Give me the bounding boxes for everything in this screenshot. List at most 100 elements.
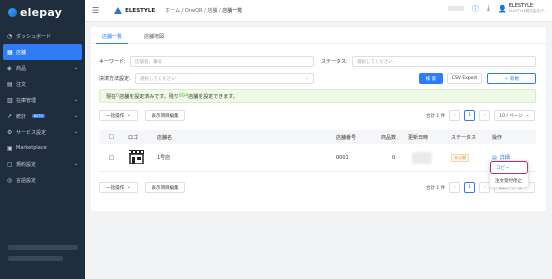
store-icon: ▦ <box>7 48 13 56</box>
notice-suffix: 店舗を設定できます。 <box>188 93 238 100</box>
marketplace-icon: ▣ <box>7 144 13 152</box>
search-button[interactable]: 検 索 <box>419 73 443 84</box>
table-header: ロゴ 店舗名 店舗番号 商品数 更新日時 ステータス 操作 <box>99 130 536 144</box>
col-actions: 操作 <box>492 134 503 141</box>
chevron-down-icon: ⌄ <box>127 113 131 118</box>
blurred-footer <box>8 256 63 261</box>
payment-select[interactable]: 選択してください ⌄ <box>135 73 314 84</box>
sidebar-item-products[interactable]: ◈ 商品 ⌄ <box>0 60 85 76</box>
elepay-logo-icon <box>8 7 17 17</box>
col-status: ステータス <box>451 134 477 141</box>
document-icon: ▢ <box>7 160 13 168</box>
sidebar-item-service-settings[interactable]: ⚙ サービス設定 ⌄ <box>0 124 85 140</box>
store-number: 0001 <box>336 154 349 161</box>
tab-store-list[interactable]: 店舗一覧 <box>96 27 129 44</box>
new-store-button[interactable]: ＋ 新規 <box>487 73 536 84</box>
sidebar-item-label: 店舗 <box>16 49 27 56</box>
inventory-icon: ▥ <box>7 96 13 104</box>
payment-label: 決済方法設定: <box>99 76 131 82</box>
brand: ELESTYLE <box>114 7 155 14</box>
store-name[interactable]: 1号店 <box>157 154 170 161</box>
chevron-down-icon: ⌄ <box>73 161 78 167</box>
bulk-action-dropdown[interactable]: 一括操作 ⌄ <box>99 110 138 121</box>
sidebar-item-orders[interactable]: ▤ 注文 <box>0 76 85 92</box>
sidebar-item-terms[interactable]: ▢ 規約設定 ⌄ <box>0 156 85 172</box>
breadcrumb-item[interactable]: 店舗 <box>207 8 217 14</box>
pagination-top: 合計 1 件 ‹ 1 › 10 / ページ ⌄ <box>426 110 535 121</box>
keyword-filter: キーワード: 店舗名、番号 <box>99 56 314 67</box>
sidebar-item-label: サービス設定 <box>16 129 47 136</box>
tab-store-map[interactable]: 店舗地図 <box>138 27 170 44</box>
prev-page-icon[interactable]: ‹ <box>449 182 461 193</box>
sidebar-item-dashboard[interactable]: ◔ ダッシュボード <box>0 28 85 44</box>
chevron-down-icon: ⌄ <box>73 65 78 71</box>
breadcrumb-current: 店舗一覧 <box>222 8 243 14</box>
sidebar: elepay ◔ ダッシュボード ▦ 店舗 ◈ 商品 ⌄ ▤ 注文 ▥ 在庫管理… <box>0 0 85 279</box>
breadcrumb: ホーム / OneQR / 店舗 / 店舗一覧 <box>165 8 243 14</box>
status-badge: 未公開 <box>451 153 469 162</box>
sidebar-item-inventory[interactable]: ▥ 在庫管理 ⌄ <box>0 92 85 108</box>
breadcrumb-item[interactable]: ホーム <box>165 8 180 14</box>
col-logo: ロゴ <box>128 134 139 141</box>
topbar: ☰ ELESTYLE ホーム / OneQR / 店舗 / 店舗一覧 ⓘ ⤓ 👤… <box>85 0 552 22</box>
brand-logo-icon <box>114 7 123 14</box>
chevron-down-icon: ⌄ <box>73 113 78 119</box>
sidebar-item-label: 規約設定 <box>16 161 37 168</box>
menu-toggle-icon[interactable]: ☰ <box>92 6 99 15</box>
col-store-number: 店舗番号 <box>336 134 357 141</box>
sidebar-item-label: 言語設定 <box>16 177 37 184</box>
app-logo[interactable]: elepay <box>0 0 85 24</box>
display-columns-button[interactable]: 表示項目編集 <box>145 110 185 121</box>
sidebar-item-store[interactable]: ▦ 店舗 <box>3 44 82 60</box>
help-icon[interactable]: ⓘ <box>472 4 479 14</box>
breadcrumb-item[interactable]: OneQR <box>185 8 203 14</box>
stop-orders-menu-item[interactable]: 注文受付停止 <box>490 174 528 187</box>
sidebar-item-label: 統計 <box>16 113 27 120</box>
row-action-dropdown: コピー 注文受付停止 <box>489 160 529 188</box>
chevron-down-icon: ⌄ <box>73 97 78 103</box>
csv-export-button[interactable]: CSV Export <box>447 73 482 84</box>
topbar-actions: ⓘ ⤓ 👤 ELESTYLE ELESTYLE株式会社(テ... <box>447 3 548 14</box>
tag-icon: ◈ <box>7 64 12 72</box>
copy-menu-item[interactable]: コピー <box>490 161 528 174</box>
bulk-action-label: 一括操作 <box>106 185 125 191</box>
sidebar-item-stats[interactable]: ↗ 統計 BETA ⌄ <box>0 108 85 124</box>
display-columns-button-bottom[interactable]: 表示項目編集 <box>145 182 185 193</box>
globe-icon: ◎ <box>7 176 13 184</box>
chevron-down-icon: ⌄ <box>127 185 131 190</box>
payment-filter: 決済方法設定: 選択してください ⌄ <box>99 73 314 84</box>
page-number[interactable]: 1 <box>464 182 476 193</box>
user-menu[interactable]: 👤 ELESTYLE ELESTYLE株式会社(テ... <box>498 3 548 14</box>
prev-page-icon[interactable]: ‹ <box>449 110 461 121</box>
row-checkbox[interactable] <box>109 155 114 160</box>
beta-badge: BETA <box>32 114 45 118</box>
stats-icon: ↗ <box>7 112 13 120</box>
sidebar-item-label: Marketplace <box>16 145 47 151</box>
status-placeholder: 選択してください <box>357 59 393 65</box>
keyword-input[interactable]: 店舗名、番号 <box>130 56 314 67</box>
page-number[interactable]: 1 <box>464 110 476 121</box>
download-icon[interactable]: ⤓ <box>487 4 490 13</box>
sidebar-item-label: 商品 <box>16 65 27 72</box>
store-logo-icon <box>128 150 145 164</box>
keyword-placeholder: 店舗名、番号 <box>135 59 162 65</box>
per-page-select[interactable]: 10 / ページ ⌄ <box>494 110 535 121</box>
status-select[interactable]: 選択してください <box>352 56 536 67</box>
brand-name: ELESTYLE <box>125 7 156 14</box>
status-filter: ステータス: 選択してください <box>321 56 536 67</box>
next-page-icon[interactable]: › <box>479 110 491 121</box>
sidebar-item-marketplace[interactable]: ▣ Marketplace <box>0 140 85 156</box>
gear-icon: ⚙ <box>7 128 13 136</box>
sidebar-item-label: ダッシュボード <box>16 33 52 40</box>
col-product-count: 商品数 <box>381 134 397 141</box>
bulk-action-dropdown-bottom[interactable]: 一括操作 ⌄ <box>99 182 138 193</box>
select-all-checkbox[interactable] <box>109 134 114 139</box>
chevron-down-icon: ⌄ <box>305 76 309 81</box>
total-count: 合計 1 件 <box>426 185 446 191</box>
sidebar-item-label: 注文 <box>16 81 27 88</box>
updated-at-blurred <box>412 152 432 164</box>
sidebar-item-language[interactable]: ◎ 言語設定 <box>0 172 85 188</box>
user-icon: 👤 <box>498 4 507 13</box>
chevron-down-icon: ⌄ <box>73 129 78 135</box>
notice-count-remaining: 994 <box>178 93 189 99</box>
